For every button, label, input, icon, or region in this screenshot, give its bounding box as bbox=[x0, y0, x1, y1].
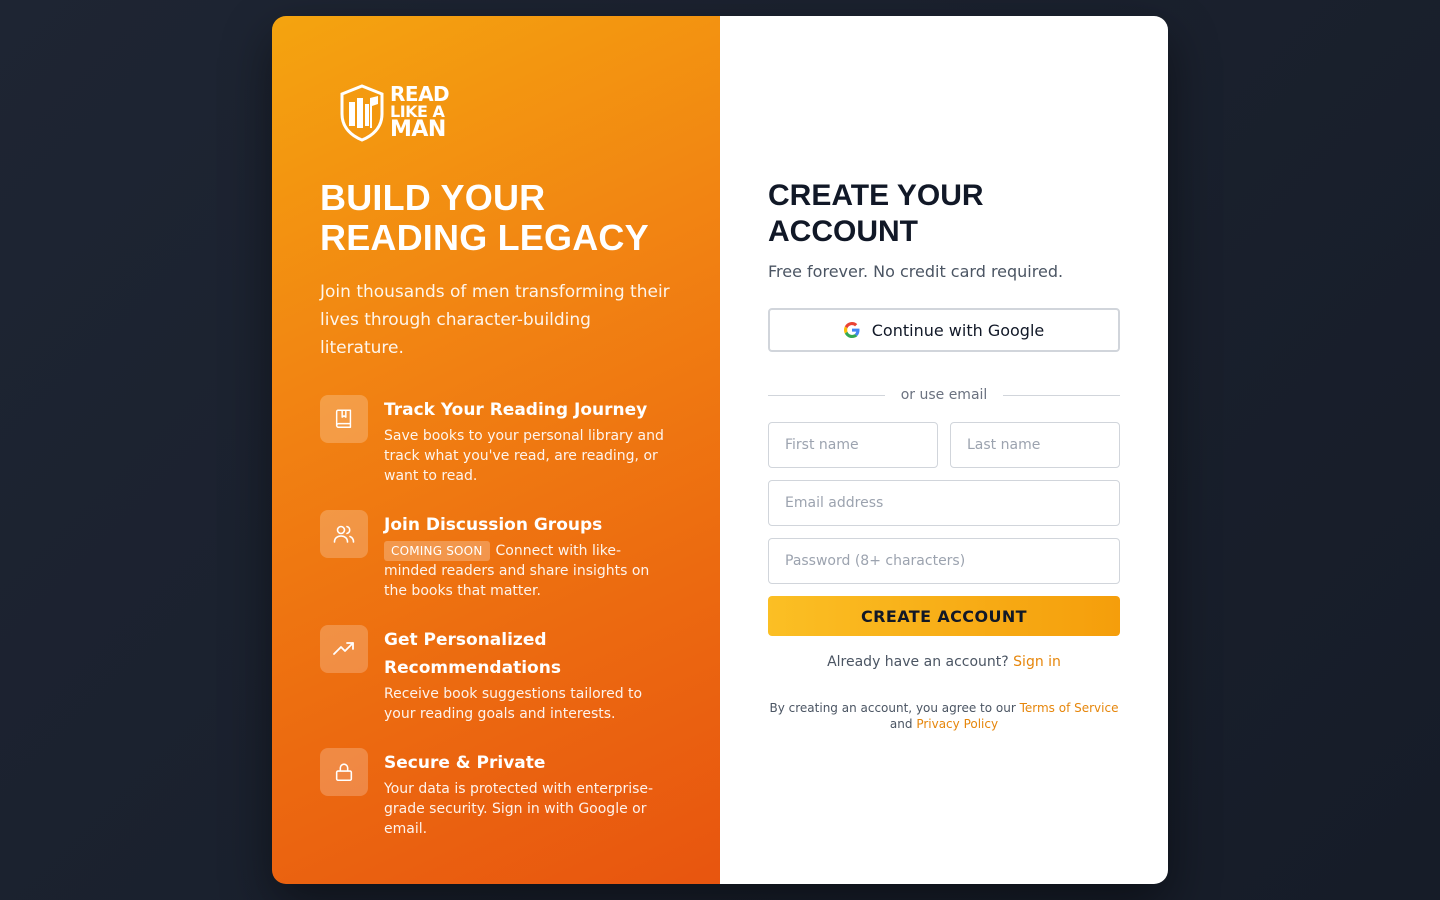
create-account-button[interactable]: CREATE ACCOUNT bbox=[768, 596, 1120, 636]
shield-books-icon bbox=[340, 84, 384, 142]
feature-item: Get Personalized Recommendations Receive… bbox=[320, 625, 672, 724]
divider-text: or use email bbox=[900, 387, 988, 403]
last-name-input[interactable] bbox=[950, 422, 1120, 468]
feature-title: Secure & Private bbox=[384, 753, 546, 773]
users-icon bbox=[320, 510, 368, 558]
feature-title: Join Discussion Groups bbox=[384, 515, 603, 535]
terms-link[interactable]: Terms of Service bbox=[1020, 701, 1119, 715]
feature-description: Receive book suggestions tailored to you… bbox=[384, 686, 643, 722]
email-divider: or use email bbox=[768, 386, 1120, 404]
trending-up-icon bbox=[320, 625, 368, 673]
feature-item: Secure & Private Your data is protected … bbox=[320, 748, 672, 839]
form-title: CREATE YOUR ACCOUNT bbox=[768, 179, 984, 248]
hero-panel: READ LIKE A MAN BUILD YOUR READING LEGAC… bbox=[272, 16, 720, 884]
feature-title: Get Personalized Recommendations bbox=[384, 630, 561, 678]
form-subtitle: Free forever. No credit card required. bbox=[768, 262, 1064, 281]
feature-description: Your data is protected with enterprise-g… bbox=[384, 781, 654, 837]
hero-subtitle: Join thousands of men transforming their… bbox=[320, 282, 670, 358]
email-input[interactable] bbox=[768, 480, 1120, 526]
hero-title: BUILD YOUR READING LEGACY bbox=[320, 177, 649, 258]
signin-link[interactable]: Sign in bbox=[1013, 654, 1061, 670]
logo-text-line3: MAN bbox=[390, 116, 446, 142]
signup-form-panel: CREATE YOUR ACCOUNT Free forever. No cre… bbox=[720, 16, 1168, 884]
logo: READ LIKE A MAN bbox=[338, 82, 672, 144]
legal-notice: By creating an account, you agree to our… bbox=[769, 701, 1119, 731]
lock-icon bbox=[320, 748, 368, 796]
signup-card: READ LIKE A MAN BUILD YOUR READING LEGAC… bbox=[272, 16, 1168, 884]
google-icon bbox=[843, 322, 860, 338]
book-icon bbox=[320, 395, 368, 443]
google-signin-button[interactable]: Continue with Google bbox=[768, 308, 1120, 352]
password-input[interactable] bbox=[768, 538, 1120, 584]
google-button-label: Continue with Google bbox=[871, 320, 1045, 340]
first-name-input[interactable] bbox=[768, 422, 938, 468]
privacy-link[interactable]: Privacy Policy bbox=[916, 717, 998, 731]
feature-description: Save books to your personal library and … bbox=[384, 428, 664, 484]
signin-prompt: Already have an account? Sign in bbox=[827, 654, 1061, 670]
feature-item: Track Your Reading Journey Save books to… bbox=[320, 395, 672, 486]
coming-soon-badge: COMING SOON bbox=[384, 541, 490, 561]
feature-title: Track Your Reading Journey bbox=[384, 400, 648, 420]
feature-item: Join Discussion Groups COMING SOON Connec… bbox=[320, 510, 672, 601]
